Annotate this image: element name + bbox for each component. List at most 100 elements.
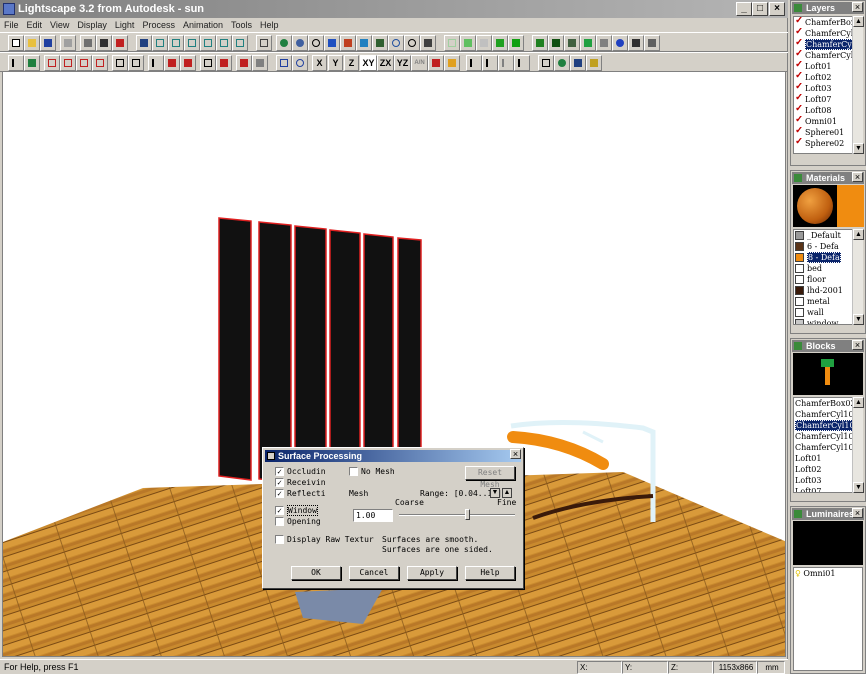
blocks-close-button[interactable]: × xyxy=(852,340,863,350)
solid-icon[interactable] xyxy=(460,35,476,51)
list-item[interactable]: window xyxy=(794,318,852,324)
visible-check-icon[interactable]: ✓ xyxy=(795,138,805,147)
visible-check-icon[interactable]: ✓ xyxy=(795,17,805,26)
menu-animation[interactable]: Animation xyxy=(179,18,227,32)
reset-mesh-button[interactable]: Reset Mesh xyxy=(465,466,515,489)
scroll-down-icon[interactable]: ▼ xyxy=(853,143,864,154)
zoom-window-icon[interactable] xyxy=(404,35,420,51)
visible-check-icon[interactable]: ✓ xyxy=(795,28,805,37)
mesh-value-input[interactable] xyxy=(353,509,393,522)
list-item[interactable]: 6 - Defa xyxy=(794,241,852,252)
view-back-icon[interactable] xyxy=(168,35,184,51)
list-item[interactable]: ChamferCyl104 xyxy=(794,442,852,453)
snap-icon[interactable] xyxy=(428,55,444,71)
edit-properties-icon[interactable] xyxy=(216,55,232,71)
luminaire-icon[interactable] xyxy=(580,35,596,51)
list-item[interactable]: Loft03 xyxy=(794,475,852,486)
opening-checkbox[interactable]: Opening xyxy=(275,517,321,527)
zoom-previous-icon[interactable] xyxy=(420,35,436,51)
list-item[interactable]: ✓ Omni01 xyxy=(794,116,852,127)
shaded-icon[interactable] xyxy=(508,35,524,51)
select-window-icon[interactable] xyxy=(60,55,76,71)
select-block-icon[interactable] xyxy=(164,55,180,71)
context-help-icon[interactable] xyxy=(112,35,128,51)
list-item[interactable]: ✓ Loft07 xyxy=(794,94,852,105)
list-item[interactable]: ChamferCyl101 xyxy=(794,409,852,420)
visible-check-icon[interactable]: ✓ xyxy=(795,105,805,114)
list-item[interactable]: ✓ChamferCyl10 xyxy=(794,39,852,50)
visible-check-icon[interactable]: ✓ xyxy=(795,39,805,48)
list-item[interactable]: floor xyxy=(794,274,852,285)
range-down-icon[interactable]: ▼ xyxy=(490,488,500,498)
help-button[interactable]: Help xyxy=(465,566,515,580)
light-bulb-icon[interactable] xyxy=(554,55,570,71)
layers-close-button[interactable]: × xyxy=(852,2,863,12)
window-checkbox[interactable]: ✓ Window xyxy=(275,505,318,516)
select-surface-icon[interactable] xyxy=(24,55,40,71)
menu-view[interactable]: View xyxy=(46,18,73,32)
mesh-slider-thumb[interactable] xyxy=(465,509,470,520)
new-file-icon[interactable] xyxy=(8,35,24,51)
measure-icon[interactable] xyxy=(252,55,268,71)
zoom-extents-icon[interactable] xyxy=(256,35,272,51)
outline-icon[interactable] xyxy=(476,35,492,51)
display-icon[interactable] xyxy=(596,35,612,51)
pointer-icon[interactable] xyxy=(8,55,24,71)
render-icon[interactable] xyxy=(628,35,644,51)
textured-icon[interactable] xyxy=(492,35,508,51)
scroll-up-icon[interactable]: ▲ xyxy=(853,397,864,408)
axis-yz-button[interactable]: YZ xyxy=(394,55,411,71)
list-item[interactable]: ✓ Loft02 xyxy=(794,72,852,83)
select-view-icon[interactable] xyxy=(136,35,152,51)
visible-check-icon[interactable]: ✓ xyxy=(795,116,805,125)
properties-icon[interactable] xyxy=(200,55,216,71)
jump-icon[interactable] xyxy=(514,55,530,71)
view-top-icon[interactable] xyxy=(216,35,232,51)
layers-list-icon[interactable] xyxy=(538,55,554,71)
list-item[interactable]: metal xyxy=(794,296,852,307)
list-item[interactable]: ChamferBox02 xyxy=(794,398,852,409)
material-icon[interactable] xyxy=(548,35,564,51)
materials-close-button[interactable]: × xyxy=(852,172,863,182)
list-item[interactable]: ✓ Loft01 xyxy=(794,61,852,72)
luminaires-list[interactable]: ♀ Omni01 xyxy=(793,567,863,671)
walk-person-icon[interactable] xyxy=(466,55,482,71)
occluding-checkbox[interactable]: ✓ Occludin xyxy=(275,467,326,477)
select-fence-icon[interactable] xyxy=(92,55,108,71)
luminaires-close-button[interactable]: × xyxy=(852,508,863,518)
axis-xy-button[interactable]: XY xyxy=(360,55,377,71)
visible-check-icon[interactable]: ✓ xyxy=(795,50,805,59)
axis-zx-button[interactable]: ZX xyxy=(377,55,394,71)
list-item[interactable]: ✓ Loft03 xyxy=(794,83,852,94)
blocks-list[interactable]: ChamferBox02ChamferCyl101ChamferCyl102Ch… xyxy=(793,397,853,493)
axis-an-button[interactable]: A/N xyxy=(411,55,428,71)
camera-icon[interactable] xyxy=(644,35,660,51)
view-bottom-icon[interactable] xyxy=(232,35,248,51)
apply-button[interactable]: Apply xyxy=(407,566,457,580)
title-bar[interactable]: Lightscape 3.2 from Autodesk - sun _ □ × xyxy=(0,0,788,18)
dialog-close-button[interactable]: × xyxy=(510,449,521,459)
scroll-up-icon[interactable]: ▲ xyxy=(853,16,864,27)
scroll-down-icon[interactable]: ▼ xyxy=(853,314,864,325)
select-crossing-icon[interactable] xyxy=(76,55,92,71)
menu-light[interactable]: Light xyxy=(111,18,139,32)
reflecting-checkbox[interactable]: ✓ Reflecti xyxy=(275,489,326,499)
maximize-button[interactable]: □ xyxy=(752,2,768,16)
menu-process[interactable]: Process xyxy=(138,18,179,32)
run-person-icon[interactable] xyxy=(482,55,498,71)
save-icon[interactable] xyxy=(40,35,56,51)
layer-icon[interactable] xyxy=(532,35,548,51)
dialog-title-bar[interactable]: Surface Processing xyxy=(265,450,521,462)
climb-icon[interactable] xyxy=(498,55,514,71)
materials-list[interactable]: _Default 6 - Defa 8 - Defa bed floor lhd-2001… xyxy=(793,229,853,325)
axis-y-button[interactable]: Y xyxy=(328,55,343,71)
layers-scrollbar[interactable]: ▲ ▼ xyxy=(852,16,864,154)
receiving-checkbox[interactable]: ✓ Receivin xyxy=(275,478,326,488)
view-left-icon[interactable] xyxy=(184,35,200,51)
list-item[interactable]: ChamferCyl103 xyxy=(794,431,852,442)
zoom-icon[interactable] xyxy=(308,35,324,51)
rotate-icon[interactable] xyxy=(356,35,372,51)
add-point-icon[interactable] xyxy=(236,55,252,71)
menu-tools[interactable]: Tools xyxy=(227,18,256,32)
materials-scrollbar[interactable]: ▲ ▼ xyxy=(852,229,864,325)
